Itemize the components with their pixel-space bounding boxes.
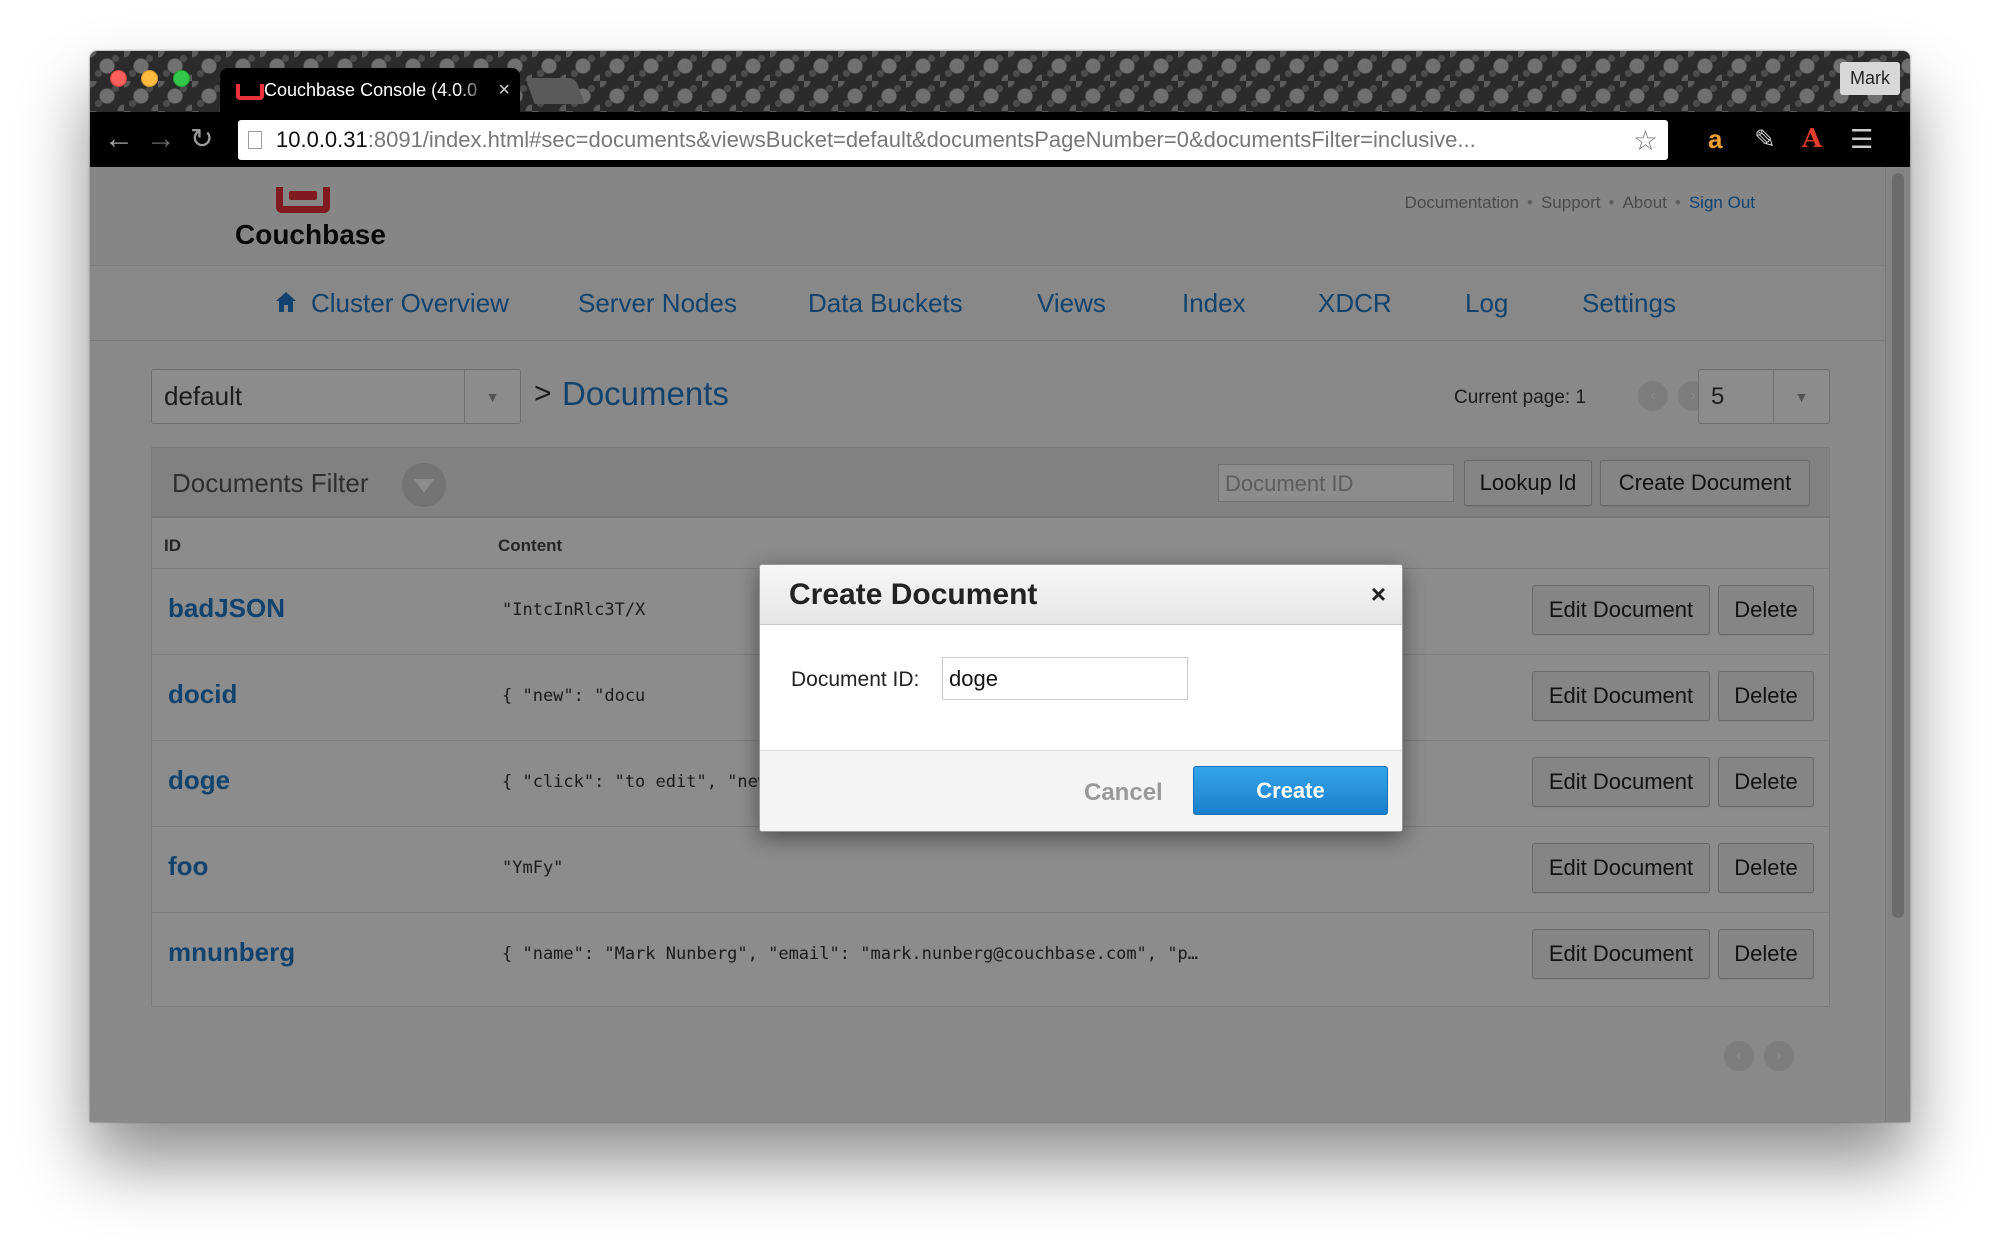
page-icon bbox=[248, 131, 262, 149]
extension-icon[interactable]: ✎ bbox=[1754, 124, 1776, 155]
create-document-dialog: Create Document × Document ID: doge Canc… bbox=[759, 564, 1403, 832]
tab-strip: Couchbase Console (4.0.0 × Mark bbox=[90, 51, 1910, 112]
minimize-window-button[interactable] bbox=[141, 70, 158, 87]
acrobat-extension-icon[interactable]: A bbox=[1802, 124, 1822, 154]
document-id-label: Document ID: bbox=[791, 668, 920, 691]
address-bar[interactable]: 10.0.0.31:8091/index.html#sec=documents&… bbox=[238, 120, 1668, 160]
forward-arrow-icon[interactable]: → bbox=[146, 122, 176, 156]
cancel-button[interactable]: Cancel bbox=[1084, 779, 1163, 807]
url-host: 10.0.0.31 bbox=[276, 127, 368, 152]
zoom-window-button[interactable] bbox=[173, 70, 190, 87]
dialog-header: Create Document × bbox=[760, 565, 1402, 625]
close-icon[interactable]: × bbox=[1371, 579, 1386, 610]
dialog-title: Create Document bbox=[789, 578, 1038, 611]
browser-menu-icon[interactable]: ☰ bbox=[1850, 124, 1873, 155]
browser-tab[interactable]: Couchbase Console (4.0.0 × bbox=[220, 68, 520, 112]
amazon-extension-icon[interactable]: a bbox=[1708, 124, 1722, 155]
new-tab-button[interactable] bbox=[525, 78, 585, 104]
create-button[interactable]: Create bbox=[1193, 766, 1388, 815]
couchbase-favicon-icon bbox=[234, 82, 264, 100]
back-arrow-icon[interactable]: ← bbox=[104, 122, 134, 156]
browser-window: Couchbase Console (4.0.0 × Mark ← → ↻ 10… bbox=[90, 51, 1910, 1122]
url-text[interactable]: 10.0.0.31:8091/index.html#sec=documents&… bbox=[276, 127, 1625, 153]
close-window-button[interactable] bbox=[110, 70, 127, 87]
reload-icon[interactable]: ↻ bbox=[190, 122, 213, 156]
dialog-footer: Cancel Create bbox=[760, 750, 1402, 831]
url-path: :8091/index.html#sec=documents&viewsBuck… bbox=[367, 127, 1476, 152]
tab-title: Couchbase Console (4.0.0 bbox=[264, 79, 478, 100]
tab-close-icon[interactable]: × bbox=[498, 79, 510, 102]
new-document-id-input[interactable]: doge bbox=[942, 657, 1188, 700]
browser-toolbar: ← → ↻ 10.0.0.31:8091/index.html#sec=docu… bbox=[90, 112, 1910, 167]
profile-button[interactable]: Mark bbox=[1840, 62, 1900, 95]
bookmark-star-icon[interactable]: ☆ bbox=[1633, 124, 1658, 157]
